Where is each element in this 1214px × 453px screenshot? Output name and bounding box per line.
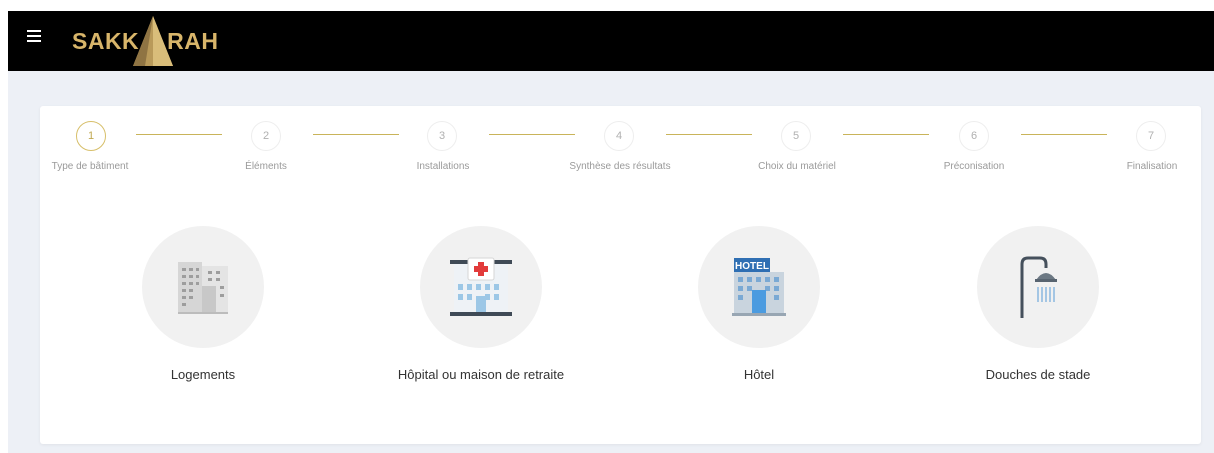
option-logements[interactable]: Logements <box>93 226 313 384</box>
step-connector <box>843 134 929 135</box>
step-6-circle[interactable]: 6 <box>959 121 989 151</box>
option-label: Logements <box>170 367 236 382</box>
step-number: 6 <box>970 130 978 142</box>
step-connector <box>313 134 399 135</box>
wizard-card: 1 2 3 4 5 6 7 Type de bâtiment Éléments … <box>40 106 1201 444</box>
option-label: Hôpital ou maison de retraite <box>397 367 565 382</box>
step-number: 5 <box>792 130 800 142</box>
step-6-label: Préconisation <box>943 161 1005 172</box>
apartment-building-icon <box>178 262 228 314</box>
step-4-label: Synthèse des résultats <box>569 161 671 172</box>
hotel-sign-text: HOTEL <box>735 261 769 272</box>
step-7-circle[interactable]: 7 <box>1136 121 1166 151</box>
step-1-circle[interactable]: 1 <box>76 121 106 151</box>
step-connector <box>666 134 752 135</box>
step-number: 1 <box>87 130 95 142</box>
step-5-label: Choix du matériel <box>758 161 836 172</box>
step-connector <box>136 134 222 135</box>
step-3-circle[interactable]: 3 <box>427 121 457 151</box>
hamburger-menu-icon[interactable] <box>27 30 41 42</box>
step-connector <box>1021 134 1107 135</box>
option-disc <box>977 226 1099 348</box>
shower-icon <box>1020 256 1057 318</box>
step-5-circle[interactable]: 5 <box>781 121 811 151</box>
step-number: 3 <box>438 130 446 142</box>
step-connector <box>489 134 575 135</box>
step-1-label: Type de bâtiment <box>51 161 129 172</box>
hospital-icon <box>450 257 512 316</box>
step-2-label: Éléments <box>245 161 287 172</box>
top-bar: SAKK RAH <box>8 11 1214 71</box>
logo-text-left: SAKK <box>72 27 140 54</box>
option-disc: HOTEL <box>698 226 820 348</box>
step-2-circle[interactable]: 2 <box>251 121 281 151</box>
option-hopital[interactable]: Hôpital ou maison de retraite <box>371 226 591 384</box>
option-label: Hôtel <box>743 367 775 382</box>
hotel-icon: HOTEL <box>732 258 786 316</box>
step-number: 2 <box>262 130 270 142</box>
logo-text-right: RAH <box>167 27 219 54</box>
step-number: 4 <box>615 130 623 142</box>
step-7-label: Finalisation <box>1126 161 1178 172</box>
step-3-label: Installations <box>416 161 470 172</box>
step-4-circle[interactable]: 4 <box>604 121 634 151</box>
step-number: 7 <box>1147 130 1155 142</box>
option-disc <box>420 226 542 348</box>
option-disc <box>142 226 264 348</box>
option-label: Douches de stade <box>985 367 1091 382</box>
logo[interactable]: SAKK RAH <box>72 13 219 69</box>
option-douches[interactable]: Douches de stade <box>928 226 1148 384</box>
option-hotel[interactable]: HOTEL Hôtel <box>649 226 869 384</box>
